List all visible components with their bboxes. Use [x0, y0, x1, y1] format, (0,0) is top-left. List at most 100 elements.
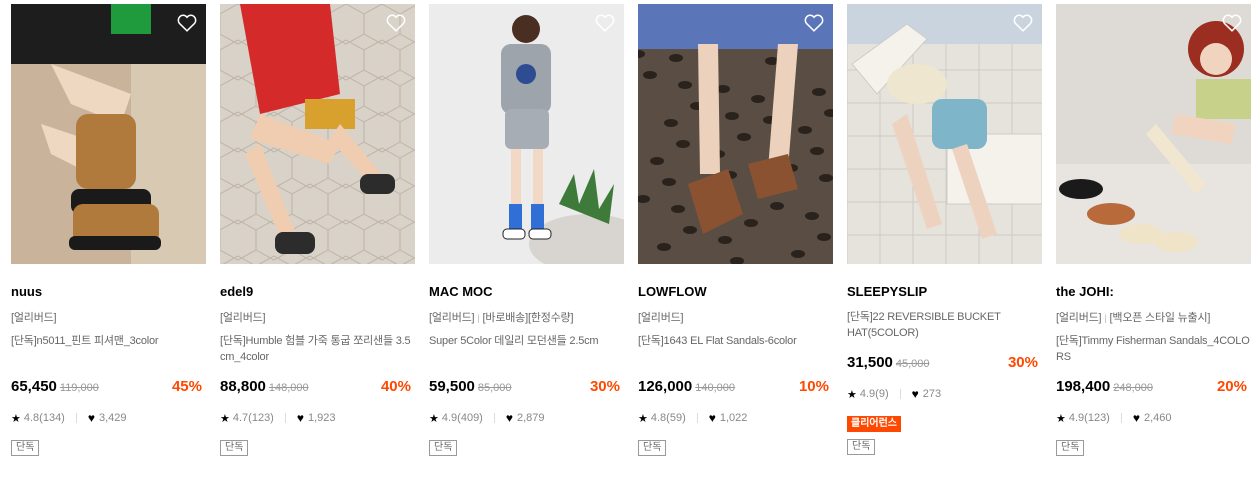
original-price: 119,000 [59, 382, 99, 394]
original-price: 45,000 [895, 358, 930, 370]
product-photo [429, 4, 624, 264]
tag-separator: | [477, 313, 480, 323]
exclusive-badge: 단독 [11, 440, 40, 456]
price-row: 126,000 140,000 10% [638, 378, 833, 396]
badge-group: 클리어런스단독 [847, 413, 1042, 455]
product-image[interactable] [1056, 4, 1251, 264]
like-heart-icon: ♥ [708, 411, 716, 425]
brand-name[interactable]: MAC MOC [429, 284, 624, 300]
brand-name[interactable]: SLEEPYSLIP [847, 284, 1042, 300]
like-count: 2,460 [1143, 412, 1172, 424]
clearance-badge: 클리어런스 [847, 416, 901, 432]
like-count: 1,923 [307, 412, 336, 424]
star-icon: ★ [1056, 412, 1066, 425]
sale-price: 31,500 [847, 354, 893, 371]
promo-tag: [얼리버드] [1056, 312, 1102, 324]
discount-rate: 10% [798, 378, 829, 395]
exclusive-badge: 단독 [847, 439, 876, 455]
product-stats: ★ 4.9(409) ♥ 2,879 [429, 411, 624, 425]
discount-rate: 45% [171, 378, 202, 395]
sale-price: 59,500 [429, 378, 475, 395]
product-stats: ★ 4.9(9) ♥ 273 [847, 387, 1042, 401]
promo-tags: [단독]22 REVERSIBLE BUCKET HAT(5COLOR) [847, 309, 1042, 341]
rating-text: 4.9(9) [859, 388, 889, 400]
rating-text: 4.8(59) [650, 412, 686, 424]
wishlist-heart-icon[interactable] [594, 12, 616, 34]
star-icon: ★ [429, 412, 439, 425]
product-name[interactable]: [단독]1643 EL Flat Sandals-6color [638, 333, 833, 365]
discount-rate: 30% [1007, 354, 1038, 371]
original-price: 148,000 [268, 382, 309, 394]
stats-divider [1120, 413, 1122, 423]
product-name[interactable]: [단독]n5011_핀트 피셔맨_3color [11, 333, 206, 365]
price-row: 31,500 45,000 30% [847, 354, 1042, 372]
sale-price: 198,400 [1056, 378, 1111, 395]
promo-tag: [얼리버드] [11, 312, 57, 324]
like-heart-icon: ♥ [1132, 411, 1140, 425]
product-grid: nuus [얼리버드] [단독]n5011_핀트 피셔맨_3color 65,4… [11, 4, 1251, 456]
promo-tag: [얼리버드] [638, 312, 684, 324]
badge-group: 단독 [1056, 437, 1251, 456]
product-name[interactable]: [단독]Timmy Fisherman Sandals_4COLORS [1056, 333, 1251, 365]
wishlist-heart-icon[interactable] [1221, 12, 1243, 34]
product-card[interactable]: SLEEPYSLIP [단독]22 REVERSIBLE BUCKET HAT(… [847, 4, 1042, 456]
promo-tag: [백오픈 스타일 뉴출시] [1109, 312, 1211, 324]
wishlist-heart-icon[interactable] [176, 12, 198, 34]
original-price: 248,000 [1113, 382, 1153, 394]
product-card[interactable]: nuus [얼리버드] [단독]n5011_핀트 피셔맨_3color 65,4… [11, 4, 206, 456]
badge-group: 단독 [11, 437, 206, 456]
product-stats: ★ 4.8(134) ♥ 3,429 [11, 411, 206, 425]
like-heart-icon: ♥ [911, 387, 919, 401]
wishlist-heart-icon[interactable] [803, 12, 825, 34]
product-card[interactable]: edel9 [얼리버드] [단독]Humble 험블 가죽 통굽 쪼리샌들 3.… [220, 4, 415, 456]
product-stats: ★ 4.7(123) ♥ 1,923 [220, 411, 415, 425]
brand-name[interactable]: the JOHI: [1056, 284, 1251, 300]
product-card[interactable]: MAC MOC [얼리버드] | [바로배송][한정수량] Super 5Color… [429, 4, 624, 456]
price-row: 198,400 248,000 20% [1056, 378, 1251, 396]
product-card[interactable]: LOWFLOW [얼리버드] [단독]1643 EL Flat Sandals-… [638, 4, 833, 456]
exclusive-badge: 단독 [220, 440, 249, 456]
promo-tags: [얼리버드] | [백오픈 스타일 뉴출시] [1056, 309, 1251, 324]
promo-tag: [얼리버드] [429, 312, 475, 324]
wishlist-heart-icon[interactable] [1012, 12, 1034, 34]
product-photo [11, 4, 206, 264]
rating-text: 4.8(134) [23, 412, 65, 424]
price-row: 65,450 119,000 45% [11, 378, 206, 396]
product-image[interactable] [11, 4, 206, 264]
product-image[interactable] [638, 4, 833, 264]
stats-divider [75, 413, 77, 423]
product-photo [638, 4, 833, 264]
product-image[interactable] [220, 4, 415, 264]
product-stats: ★ 4.8(59) ♥ 1,022 [638, 411, 833, 425]
product-image[interactable] [429, 4, 624, 264]
sale-price: 88,800 [220, 378, 266, 395]
product-image[interactable] [847, 4, 1042, 264]
discount-rate: 30% [589, 378, 620, 395]
exclusive-badge: 단독 [1056, 440, 1085, 456]
brand-name[interactable]: LOWFLOW [638, 284, 833, 300]
star-icon: ★ [220, 412, 230, 425]
brand-name[interactable]: nuus [11, 284, 206, 300]
promo-tag: [얼리버드] [220, 312, 266, 324]
tag-separator: | [1104, 313, 1107, 323]
stats-divider [493, 413, 495, 423]
original-price: 85,000 [477, 382, 512, 394]
rating-text: 4.9(123) [1068, 412, 1110, 424]
badge-group: 단독 [220, 437, 415, 456]
rating-text: 4.7(123) [232, 412, 274, 424]
product-photo [1056, 4, 1251, 264]
wishlist-heart-icon[interactable] [385, 12, 407, 34]
promo-tags: [얼리버드] [220, 309, 415, 324]
product-photo [847, 4, 1042, 264]
brand-name[interactable]: edel9 [220, 284, 415, 300]
product-card[interactable]: the JOHI: [얼리버드] | [백오픈 스타일 뉴출시] [단독]Timmy… [1056, 4, 1251, 456]
like-count: 273 [922, 388, 942, 400]
promo-tags: [얼리버드] [11, 309, 206, 324]
star-icon: ★ [11, 412, 21, 425]
stats-divider [696, 413, 698, 423]
like-count: 1,022 [719, 412, 748, 424]
product-name[interactable]: [단독]Humble 험블 가죽 통굽 쪼리샌들 3.5cm_4color [220, 333, 415, 365]
product-name[interactable]: Super 5Color 데일리 모던샌들 2.5cm [429, 333, 624, 365]
stats-divider [284, 413, 286, 423]
price-row: 88,800 148,000 40% [220, 378, 415, 396]
